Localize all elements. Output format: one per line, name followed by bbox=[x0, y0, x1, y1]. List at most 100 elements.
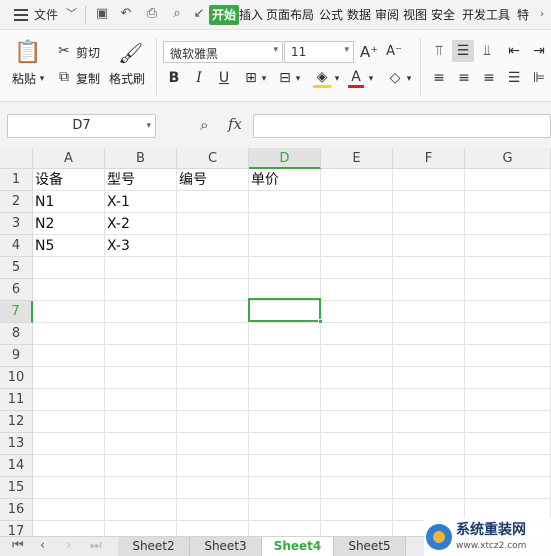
scissors-icon[interactable]: ✂ bbox=[55, 42, 73, 60]
cell-g15[interactable] bbox=[465, 477, 551, 499]
cell-format-icon[interactable]: ⊟ bbox=[276, 69, 294, 87]
font-color-button[interactable]: A bbox=[348, 68, 364, 88]
active-cell-cursor[interactable] bbox=[248, 298, 323, 324]
cell-g5[interactable] bbox=[465, 257, 551, 279]
column-header-g[interactable]: G bbox=[465, 148, 551, 169]
cell-c11[interactable] bbox=[177, 389, 249, 411]
cell-a2[interactable]: N1 bbox=[33, 191, 105, 213]
cell-f7[interactable] bbox=[393, 301, 465, 323]
chevron-down-icon[interactable]: ▾ bbox=[294, 70, 302, 88]
increase-indent-icon[interactable]: ⇥ bbox=[530, 42, 548, 60]
cell-d15[interactable] bbox=[249, 477, 321, 499]
row-header-10[interactable]: 10 bbox=[0, 367, 33, 389]
cell-a1[interactable]: 设备 bbox=[33, 169, 105, 191]
cell-b8[interactable] bbox=[105, 323, 177, 345]
sheet-tab-sheet2[interactable]: Sheet2 bbox=[118, 537, 190, 556]
align-middle-icon[interactable]: ☰ bbox=[452, 40, 474, 62]
row-header-1[interactable]: 1 bbox=[0, 169, 33, 191]
row-header-5[interactable]: 5 bbox=[0, 257, 33, 279]
increase-font-icon[interactable]: A⁺ bbox=[360, 43, 378, 61]
cell-d8[interactable] bbox=[249, 323, 321, 345]
cell-a11[interactable] bbox=[33, 389, 105, 411]
format-painter-button[interactable]: 格式刷 bbox=[109, 70, 145, 87]
cell-g11[interactable] bbox=[465, 389, 551, 411]
cell-b13[interactable] bbox=[105, 433, 177, 455]
cell-b7[interactable] bbox=[105, 301, 177, 323]
cell-b1[interactable]: 型号 bbox=[105, 169, 177, 191]
cell-c5[interactable] bbox=[177, 257, 249, 279]
tab-security[interactable]: 安全 bbox=[431, 6, 455, 23]
cell-c13[interactable] bbox=[177, 433, 249, 455]
cell-a9[interactable] bbox=[33, 345, 105, 367]
cell-e16[interactable] bbox=[321, 499, 393, 521]
cell-d9[interactable] bbox=[249, 345, 321, 367]
align-center-icon[interactable]: ≡ bbox=[455, 69, 473, 87]
cell-b10[interactable] bbox=[105, 367, 177, 389]
sheet-tab-sheet3[interactable]: Sheet3 bbox=[190, 537, 262, 556]
cell-d13[interactable] bbox=[249, 433, 321, 455]
cell-f1[interactable] bbox=[393, 169, 465, 191]
chevron-down-icon[interactable]: ▾ bbox=[260, 70, 268, 88]
cell-d3[interactable] bbox=[249, 213, 321, 235]
cell-f6[interactable] bbox=[393, 279, 465, 301]
tab-view[interactable]: 视图 bbox=[403, 6, 427, 23]
cell-c3[interactable] bbox=[177, 213, 249, 235]
cell-g2[interactable] bbox=[465, 191, 551, 213]
cell-a5[interactable] bbox=[33, 257, 105, 279]
cell-d5[interactable] bbox=[249, 257, 321, 279]
prev-sheet-icon[interactable]: ‹ bbox=[40, 538, 45, 553]
cell-d17[interactable] bbox=[249, 521, 321, 536]
cell-a6[interactable] bbox=[33, 279, 105, 301]
cell-f12[interactable] bbox=[393, 411, 465, 433]
cut-button[interactable]: 剪切 bbox=[76, 44, 100, 61]
cell-a8[interactable] bbox=[33, 323, 105, 345]
cell-f2[interactable] bbox=[393, 191, 465, 213]
cell-f9[interactable] bbox=[393, 345, 465, 367]
paste-icon[interactable]: 📋 bbox=[14, 40, 41, 66]
cell-a16[interactable] bbox=[33, 499, 105, 521]
column-header-f[interactable]: F bbox=[393, 148, 465, 169]
row-header-6[interactable]: 6 bbox=[0, 279, 33, 301]
chevron-down-icon[interactable]: ▾ bbox=[333, 70, 341, 88]
cell-a14[interactable] bbox=[33, 455, 105, 477]
cell-g12[interactable] bbox=[465, 411, 551, 433]
chevron-down-icon[interactable]: ▾ bbox=[146, 115, 151, 137]
cell-b3[interactable]: X-2 bbox=[105, 213, 177, 235]
cell-e5[interactable] bbox=[321, 257, 393, 279]
column-header-b[interactable]: B bbox=[105, 148, 177, 169]
cell-d1[interactable]: 单价 bbox=[249, 169, 321, 191]
align-left-icon[interactable]: ≡ bbox=[430, 69, 448, 87]
row-header-9[interactable]: 9 bbox=[0, 345, 33, 367]
print-preview-icon[interactable]: ⌕ bbox=[169, 6, 185, 22]
cell-f15[interactable] bbox=[393, 477, 465, 499]
cell-a12[interactable] bbox=[33, 411, 105, 433]
tab-more[interactable]: 特 bbox=[517, 6, 529, 23]
cell-c12[interactable] bbox=[177, 411, 249, 433]
cell-d2[interactable] bbox=[249, 191, 321, 213]
cell-e11[interactable] bbox=[321, 389, 393, 411]
cell-g10[interactable] bbox=[465, 367, 551, 389]
cell-a3[interactable]: N2 bbox=[33, 213, 105, 235]
cell-a7[interactable] bbox=[33, 301, 105, 323]
distributed-align-icon[interactable]: ⊫ bbox=[530, 69, 548, 87]
cell-e9[interactable] bbox=[321, 345, 393, 367]
row-header-2[interactable]: 2 bbox=[0, 191, 33, 213]
select-all-corner[interactable] bbox=[0, 148, 33, 169]
cell-c14[interactable] bbox=[177, 455, 249, 477]
cell-b4[interactable]: X-3 bbox=[105, 235, 177, 257]
cell-b2[interactable]: X-1 bbox=[105, 191, 177, 213]
column-header-c[interactable]: C bbox=[177, 148, 249, 169]
italic-button[interactable]: I bbox=[191, 69, 207, 87]
cell-g6[interactable] bbox=[465, 279, 551, 301]
cell-a15[interactable] bbox=[33, 477, 105, 499]
cell-a13[interactable] bbox=[33, 433, 105, 455]
cell-g3[interactable] bbox=[465, 213, 551, 235]
cell-g9[interactable] bbox=[465, 345, 551, 367]
cell-c7[interactable] bbox=[177, 301, 249, 323]
cell-b9[interactable] bbox=[105, 345, 177, 367]
cell-f14[interactable] bbox=[393, 455, 465, 477]
tab-formulas[interactable]: 公式 bbox=[319, 6, 343, 23]
borders-icon[interactable]: ⊞ bbox=[242, 69, 260, 87]
cell-c9[interactable] bbox=[177, 345, 249, 367]
decrease-indent-icon[interactable]: ⇤ bbox=[505, 42, 523, 60]
